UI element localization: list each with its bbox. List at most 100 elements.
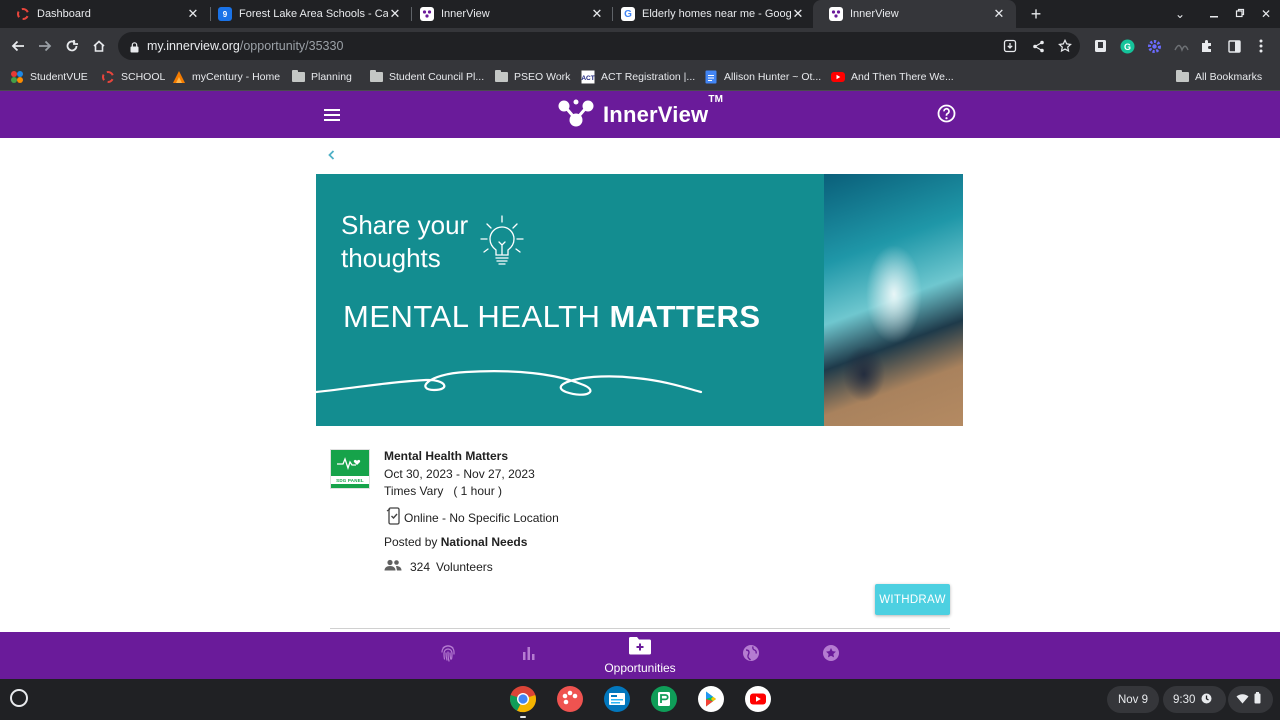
- grammarly-icon[interactable]: G: [1119, 38, 1135, 54]
- opportunity-location: Online - No Specific Location: [386, 507, 559, 528]
- divider: [330, 628, 950, 629]
- bookmark-star-icon[interactable]: [1057, 38, 1073, 54]
- svg-text:ACT: ACT: [581, 75, 594, 82]
- kebab-menu-icon[interactable]: [1253, 38, 1269, 54]
- url-text: my.innerview.org/opportunity/35330: [147, 39, 344, 53]
- side-panel-icon[interactable]: [1226, 38, 1242, 54]
- svg-text:G: G: [1123, 42, 1130, 52]
- lock-icon[interactable]: [130, 40, 139, 58]
- help-icon[interactable]: [937, 104, 956, 128]
- nav-label: Opportunities: [604, 661, 676, 675]
- new-tab-button[interactable]: +: [1026, 4, 1046, 24]
- studentvue-icon: [10, 70, 24, 84]
- close-icon[interactable]: ✕: [992, 7, 1006, 21]
- nav-stats[interactable]: [519, 632, 539, 679]
- opportunity-times: Times Vary ( 1 hour ): [384, 484, 503, 498]
- hamburger-menu-icon[interactable]: [324, 106, 342, 122]
- install-app-icon[interactable]: [1002, 38, 1018, 54]
- google-sheets-icon[interactable]: [650, 685, 678, 713]
- canvas-paint-icon[interactable]: [556, 685, 584, 713]
- nav-opportunities[interactable]: Opportunities: [598, 632, 682, 679]
- star-badge-icon: [822, 644, 840, 667]
- share-icon[interactable]: [1030, 38, 1046, 54]
- bookmarks-bar: StudentVUE SCHOOL myCentury - Home Plann…: [0, 64, 1280, 91]
- play-store-icon[interactable]: [697, 685, 725, 713]
- tab-title: Forest Lake Area Schools - Calen: [239, 8, 388, 20]
- nav-achievements[interactable]: [821, 632, 841, 679]
- schoology-ring-icon: [101, 70, 115, 84]
- close-window-icon[interactable]: ✕: [1257, 5, 1275, 23]
- tab-title: Elderly homes near me - Google: [642, 8, 791, 20]
- restore-icon[interactable]: [1231, 5, 1249, 23]
- close-icon[interactable]: ✕: [388, 7, 402, 21]
- opportunity-dates: Oct 30, 2023 - Nov 27, 2023: [384, 467, 535, 481]
- browser-toolbar: my.innerview.org/opportunity/35330 G: [0, 28, 1280, 64]
- tab-forest-lake-calendar[interactable]: 9 Forest Lake Area Schools - Calen ✕: [202, 0, 412, 28]
- lightbulb-icon: [480, 215, 524, 265]
- tab-google-search[interactable]: G Elderly homes near me - Google ✕: [605, 0, 815, 28]
- bar-chart-icon: [521, 646, 537, 665]
- bookmark-and-then-there-were[interactable]: And Then There We...: [831, 69, 954, 85]
- bookmark-allison-hunter[interactable]: Allison Hunter ~ Ot...: [704, 69, 821, 85]
- minimize-icon[interactable]: [1205, 5, 1223, 23]
- clock-pill[interactable]: 9:30: [1163, 686, 1226, 713]
- extension-dictionary-icon[interactable]: [1092, 38, 1108, 54]
- bookmark-student-council[interactable]: Student Council Pl...: [369, 69, 484, 85]
- bookmark-act-registration[interactable]: ACT ACT Registration |...: [581, 69, 695, 85]
- back-chevron-icon[interactable]: [326, 148, 340, 164]
- chrome-icon[interactable]: [509, 685, 537, 713]
- close-icon[interactable]: ✕: [590, 7, 604, 21]
- tab-dashboard[interactable]: Dashboard ✕: [0, 0, 210, 28]
- tab-innerview-1[interactable]: InnerView ✕: [404, 0, 614, 28]
- status-tray[interactable]: [1228, 686, 1273, 713]
- bookmark-planning[interactable]: Planning: [291, 69, 352, 85]
- tab-title: Dashboard: [37, 8, 91, 20]
- youtube-icon[interactable]: [744, 685, 772, 713]
- calendar-icon: 9: [218, 7, 232, 21]
- organization-name[interactable]: National Needs: [441, 535, 528, 549]
- google-docs-icon: [704, 70, 718, 84]
- battery-icon: [1254, 692, 1261, 707]
- reload-icon[interactable]: [60, 34, 84, 58]
- gear-extension-icon[interactable]: [1146, 38, 1162, 54]
- forward-icon[interactable]: [33, 34, 57, 58]
- app-header: InnerViewTM: [0, 91, 1280, 138]
- date-pill[interactable]: Nov 9: [1107, 686, 1159, 713]
- close-icon[interactable]: ✕: [186, 7, 200, 21]
- innerview-icon: [829, 7, 843, 21]
- nav-global[interactable]: [741, 632, 761, 679]
- back-icon[interactable]: [6, 34, 30, 58]
- tab-innerview-active[interactable]: InnerView ✕: [813, 0, 1016, 28]
- globe-icon: [742, 644, 760, 667]
- nav-fingerprint[interactable]: [438, 632, 458, 679]
- bookmark-school[interactable]: SCHOOL: [101, 69, 165, 85]
- sdg-panel-logo: SDG PANEL: [330, 449, 370, 489]
- bookmark-mycentury[interactable]: myCentury - Home: [172, 69, 280, 85]
- classroom-icon[interactable]: [603, 685, 631, 713]
- tab-strip: Dashboard ✕ 9 Forest Lake Area Schools -…: [0, 0, 1280, 28]
- withdraw-button[interactable]: WITHDRAW: [875, 584, 950, 615]
- home-icon[interactable]: [87, 34, 111, 58]
- posted-by: Posted by National Needs: [384, 535, 528, 549]
- banner-tagline: Share your thoughts: [341, 210, 469, 273]
- opportunity-banner: Share your thoughts MENTAL HEALTH MATTER…: [316, 174, 963, 426]
- folder-icon: [1175, 70, 1189, 84]
- volunteer-count: 324 Volunteers: [384, 559, 493, 574]
- wifi-icon: [1236, 693, 1249, 707]
- tab-search-icon[interactable]: ⌄: [1171, 5, 1189, 23]
- notification-status-icon: [1201, 693, 1212, 707]
- launcher-icon[interactable]: [10, 689, 28, 707]
- all-bookmarks[interactable]: All Bookmarks: [1175, 69, 1262, 85]
- puzzle-icon[interactable]: [1199, 38, 1215, 54]
- banner-headline: MENTAL HEALTH MATTERS: [343, 299, 761, 334]
- bookmark-pseo-work[interactable]: PSEO Work: [494, 69, 570, 85]
- mycentury-icon: [172, 70, 186, 84]
- address-bar[interactable]: my.innerview.org/opportunity/35330: [118, 32, 1080, 60]
- bookmark-studentvue[interactable]: StudentVUE: [10, 69, 88, 85]
- extension-inactive-icon[interactable]: [1173, 38, 1189, 54]
- close-icon[interactable]: ✕: [791, 7, 805, 21]
- schoology-ring-icon: [16, 7, 30, 21]
- youtube-icon: [831, 70, 845, 84]
- innerview-logo-icon: [557, 98, 595, 133]
- people-icon: [384, 559, 402, 574]
